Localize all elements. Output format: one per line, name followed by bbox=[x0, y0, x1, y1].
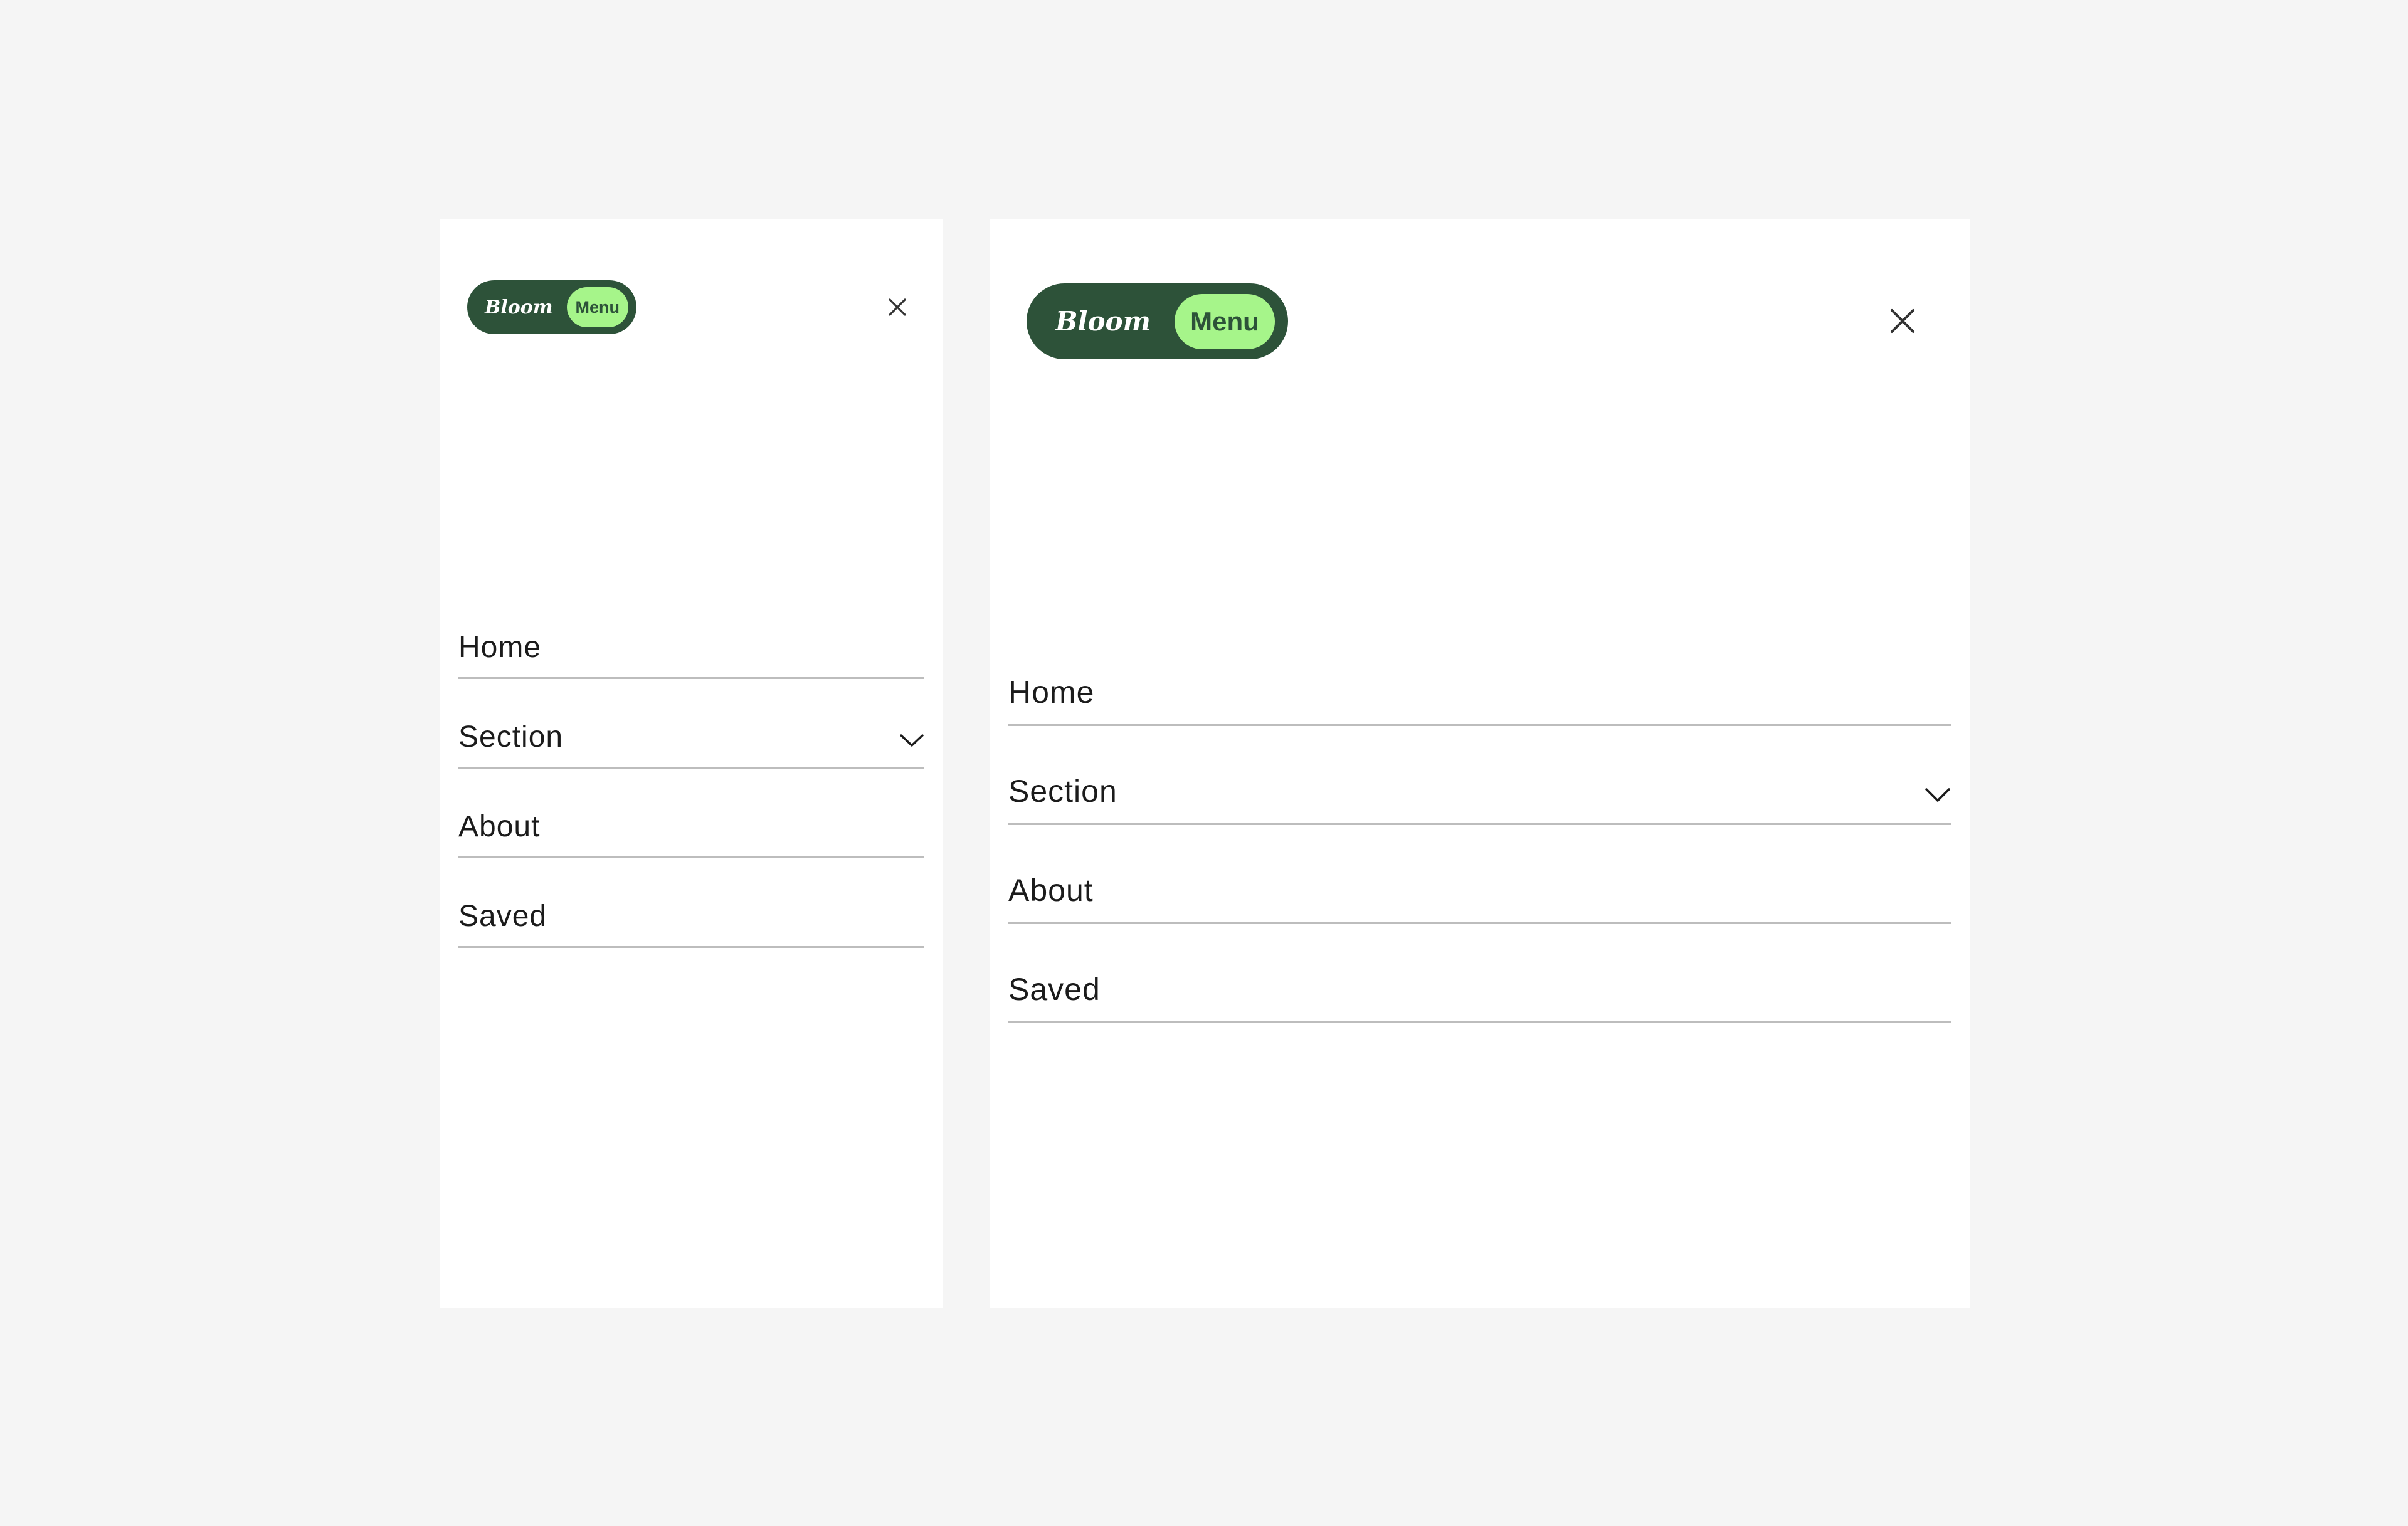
nav-item-home[interactable]: Home bbox=[458, 602, 924, 679]
nav-item-section[interactable]: Section bbox=[1008, 726, 1951, 825]
nav-item-label: Saved bbox=[1008, 972, 1101, 1007]
close-button[interactable] bbox=[882, 292, 913, 323]
nav-list: Home Section About Saved bbox=[1008, 627, 1951, 1023]
menu-chip: Menu bbox=[1174, 293, 1275, 349]
nav-item-home[interactable]: Home bbox=[1008, 627, 1951, 726]
nav-item-label: Home bbox=[458, 631, 542, 664]
brand-menu-pill[interactable]: Bloom Menu bbox=[467, 280, 636, 334]
menu-panel-large: Bloom Menu Home Section About Saved bbox=[990, 219, 1970, 1308]
nav-item-label: Home bbox=[1008, 675, 1095, 710]
close-icon bbox=[889, 298, 906, 316]
nav-item-about[interactable]: About bbox=[458, 769, 924, 858]
nav-list: Home Section About Saved bbox=[458, 602, 924, 948]
nav-item-label: Saved bbox=[458, 900, 547, 933]
brand-logo: Bloom bbox=[1055, 306, 1151, 337]
nav-item-label: Section bbox=[1008, 774, 1117, 809]
nav-item-label: Section bbox=[458, 720, 564, 754]
chevron-down-icon[interactable] bbox=[899, 733, 924, 748]
chevron-down-icon[interactable] bbox=[1925, 787, 1951, 803]
nav-item-about[interactable]: About bbox=[1008, 825, 1951, 924]
close-button[interactable] bbox=[1883, 301, 1923, 341]
nav-item-saved[interactable]: Saved bbox=[1008, 924, 1951, 1023]
menu-chip: Menu bbox=[566, 287, 628, 327]
nav-item-label: About bbox=[458, 810, 541, 843]
nav-item-label: About bbox=[1008, 873, 1094, 908]
nav-item-saved[interactable]: Saved bbox=[458, 858, 924, 948]
brand-logo: Bloom bbox=[485, 296, 553, 318]
brand-menu-pill[interactable]: Bloom Menu bbox=[1027, 283, 1288, 359]
menu-panel-small: Bloom Menu Home Section About Saved bbox=[440, 219, 943, 1308]
close-icon bbox=[1891, 309, 1914, 333]
nav-item-section[interactable]: Section bbox=[458, 679, 924, 769]
